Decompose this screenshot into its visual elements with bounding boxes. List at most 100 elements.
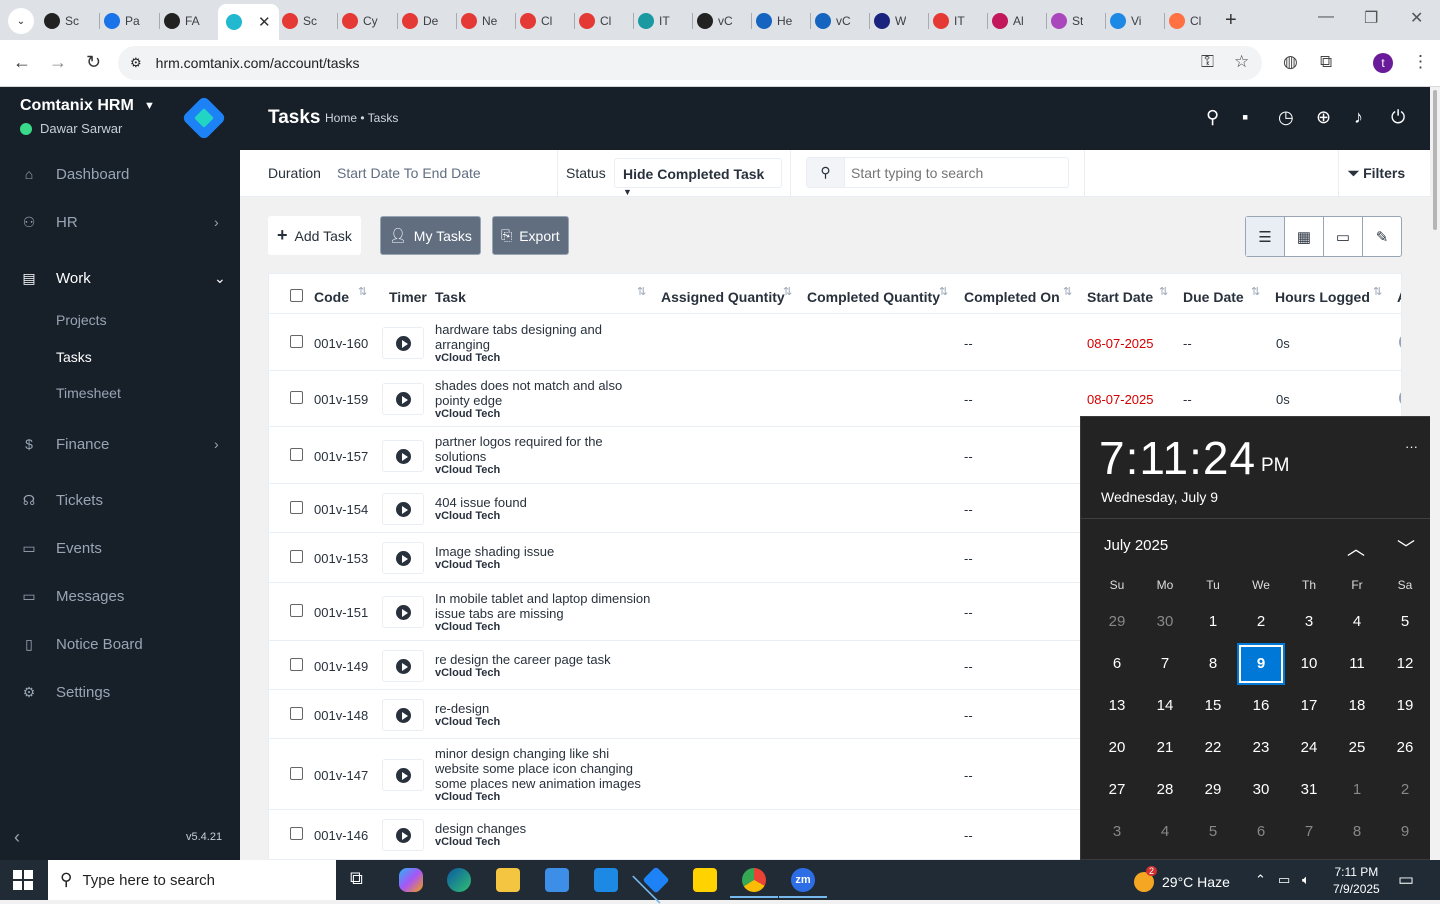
filters-button[interactable]: ⏷ Filters [1348, 165, 1405, 182]
url-field[interactable]: ⚙ hrm.comtanix.com/account/tasks [118, 46, 1262, 80]
browser-tab[interactable]: Sc [282, 8, 317, 34]
column-task[interactable]: Task [435, 289, 466, 305]
column-assigned-quantity[interactable]: Assigned Quantity [661, 289, 785, 305]
bell-icon[interactable]: ♪ [1354, 107, 1363, 128]
calendar-day[interactable]: 23 [1237, 727, 1285, 769]
search-box[interactable]: ⚲ [806, 157, 1069, 188]
start-timer-icon[interactable] [382, 596, 424, 628]
calendar-day[interactable]: 8 [1333, 811, 1381, 853]
start-timer-icon[interactable] [382, 758, 424, 791]
tab-search-button[interactable]: ⌄ [8, 8, 34, 34]
browser-tab[interactable]: Cl [579, 8, 611, 34]
profile-avatar[interactable]: t [1373, 53, 1393, 73]
sidebar-item-events[interactable]: ▭ Events [0, 528, 240, 568]
file-explorer-icon[interactable] [496, 868, 520, 892]
start-timer-icon[interactable] [382, 649, 424, 682]
calendar-day[interactable]: 2 [1381, 769, 1429, 811]
mail-icon[interactable] [594, 868, 618, 892]
task-name-link[interactable]: re-design [435, 701, 655, 716]
calendar-view-icon[interactable]: ▭ [1324, 217, 1363, 256]
sidebar-item-dashboard[interactable]: ⌂ Dashboard [0, 154, 240, 194]
sort-icon[interactable]: ⇅ [939, 285, 948, 298]
volume-icon[interactable]: 🔈︎ [1302, 872, 1310, 888]
sort-icon[interactable]: ⇅ [1373, 285, 1382, 298]
sort-icon[interactable]: ⇅ [637, 285, 646, 298]
row-checkbox[interactable] [290, 604, 303, 617]
password-key-icon[interactable]: ⚿ [1201, 52, 1214, 72]
browser-tab[interactable]: Cy [342, 8, 378, 34]
sidebar-subitem-projects[interactable]: Projects [56, 312, 107, 328]
row-checkbox[interactable] [290, 500, 303, 514]
row-checkbox[interactable] [290, 827, 303, 840]
chrome-icon[interactable] [730, 868, 778, 898]
column-start-date[interactable]: Start Date [1087, 289, 1153, 305]
edge-icon[interactable] [447, 868, 471, 892]
assignee-avatar[interactable] [1397, 387, 1401, 409]
calendar-day[interactable]: 21 [1141, 727, 1189, 769]
row-checkbox[interactable] [290, 550, 303, 563]
calendar-day[interactable]: 18 [1333, 685, 1381, 727]
forward-icon[interactable]: → [49, 52, 67, 73]
column-completed-on[interactable]: Completed On [964, 289, 1060, 305]
calendar-day[interactable]: 3 [1285, 601, 1333, 643]
task-view-icon[interactable]: ⧉ [350, 868, 374, 892]
pin-icon[interactable]: ✎ [1363, 217, 1401, 256]
row-checkbox[interactable] [290, 335, 303, 348]
start-timer-icon[interactable] [382, 439, 424, 472]
calendar-day[interactable]: 6 [1093, 643, 1141, 685]
start-timer-icon[interactable] [382, 698, 424, 731]
browser-tab[interactable]: Vi [1110, 8, 1141, 34]
browser-tab[interactable]: Cl [520, 8, 552, 34]
calendar-day-today[interactable]: 9 [1239, 645, 1283, 683]
calendar-day[interactable]: 8 [1189, 643, 1237, 685]
sticky-note-icon[interactable]: ▪ [1242, 107, 1248, 128]
calendar-day[interactable]: 12 [1381, 643, 1429, 685]
calendar-day[interactable]: 13 [1093, 685, 1141, 727]
browser-tab[interactable]: Cl [1169, 8, 1201, 34]
date-range-picker[interactable]: Start Date To End Date [337, 165, 481, 181]
clock-icon[interactable]: ◷ [1278, 107, 1294, 128]
sort-icon[interactable]: ⇅ [1159, 285, 1168, 298]
sort-icon[interactable]: ⇅ [1063, 285, 1072, 298]
browser-tab[interactable]: Sc [44, 8, 79, 34]
close-tab-icon[interactable]: ✕ [258, 13, 271, 31]
notifications-icon[interactable]: ▭ [1398, 870, 1414, 890]
my-tasks-button[interactable]: 👤︎ My Tasks [380, 216, 481, 255]
more-options-icon[interactable]: ··· [1405, 439, 1418, 454]
add-circle-icon[interactable]: ⊕ [1316, 107, 1331, 128]
sidebar-subitem-tasks[interactable]: Tasks [56, 349, 92, 365]
calendar-day[interactable]: 31 [1285, 769, 1333, 811]
browser-tab[interactable]: vC [815, 8, 851, 34]
calendar-day[interactable]: 29 [1189, 769, 1237, 811]
export-button[interactable]: ⎘ Export [492, 216, 569, 255]
task-name-link[interactable]: re design the career page task [435, 652, 655, 667]
comtanix-app-icon[interactable] [642, 866, 670, 894]
task-name-link[interactable]: 404 issue found [435, 495, 655, 510]
sidebar-item-finance[interactable]: $ Finance › [0, 424, 240, 464]
start-timer-icon[interactable] [382, 542, 424, 574]
calendar-day[interactable]: 26 [1381, 727, 1429, 769]
search-input[interactable] [845, 164, 1065, 181]
calendar-day[interactable]: 1 [1333, 769, 1381, 811]
column-code[interactable]: Code [314, 289, 349, 305]
column-assignee[interactable]: A [1397, 289, 1401, 305]
clock-date-link[interactable]: Wednesday, July 9 [1101, 489, 1218, 505]
chevron-down-icon[interactable]: ▼ [144, 100, 155, 112]
start-timer-icon[interactable] [382, 383, 424, 415]
task-name-link[interactable]: hardware tabs designing and arranging [435, 322, 655, 352]
browser-tab[interactable]: He [756, 8, 792, 34]
column-completed-quantity[interactable]: Completed Quantity [807, 289, 940, 305]
task-name-link[interactable]: design changes [435, 821, 655, 836]
calendar-day[interactable]: 25 [1333, 727, 1381, 769]
calendar-day[interactable]: 5 [1381, 601, 1429, 643]
browser-tab[interactable]: Al [992, 8, 1024, 34]
taskbar-search-box[interactable]: ⚲ Type here to search [48, 860, 336, 900]
calendar-day[interactable]: 11 [1333, 643, 1381, 685]
browser-tab[interactable]: Ne [461, 8, 497, 34]
sort-icon[interactable]: ⇅ [1251, 285, 1260, 298]
task-name-link[interactable]: Image shading issue [435, 544, 655, 559]
minimize-icon[interactable]: — [1318, 8, 1334, 26]
breadcrumb[interactable]: Home • Tasks [325, 111, 398, 125]
site-info-icon[interactable]: ⚙ [130, 55, 142, 71]
close-window-icon[interactable]: ✕ [1410, 8, 1423, 28]
